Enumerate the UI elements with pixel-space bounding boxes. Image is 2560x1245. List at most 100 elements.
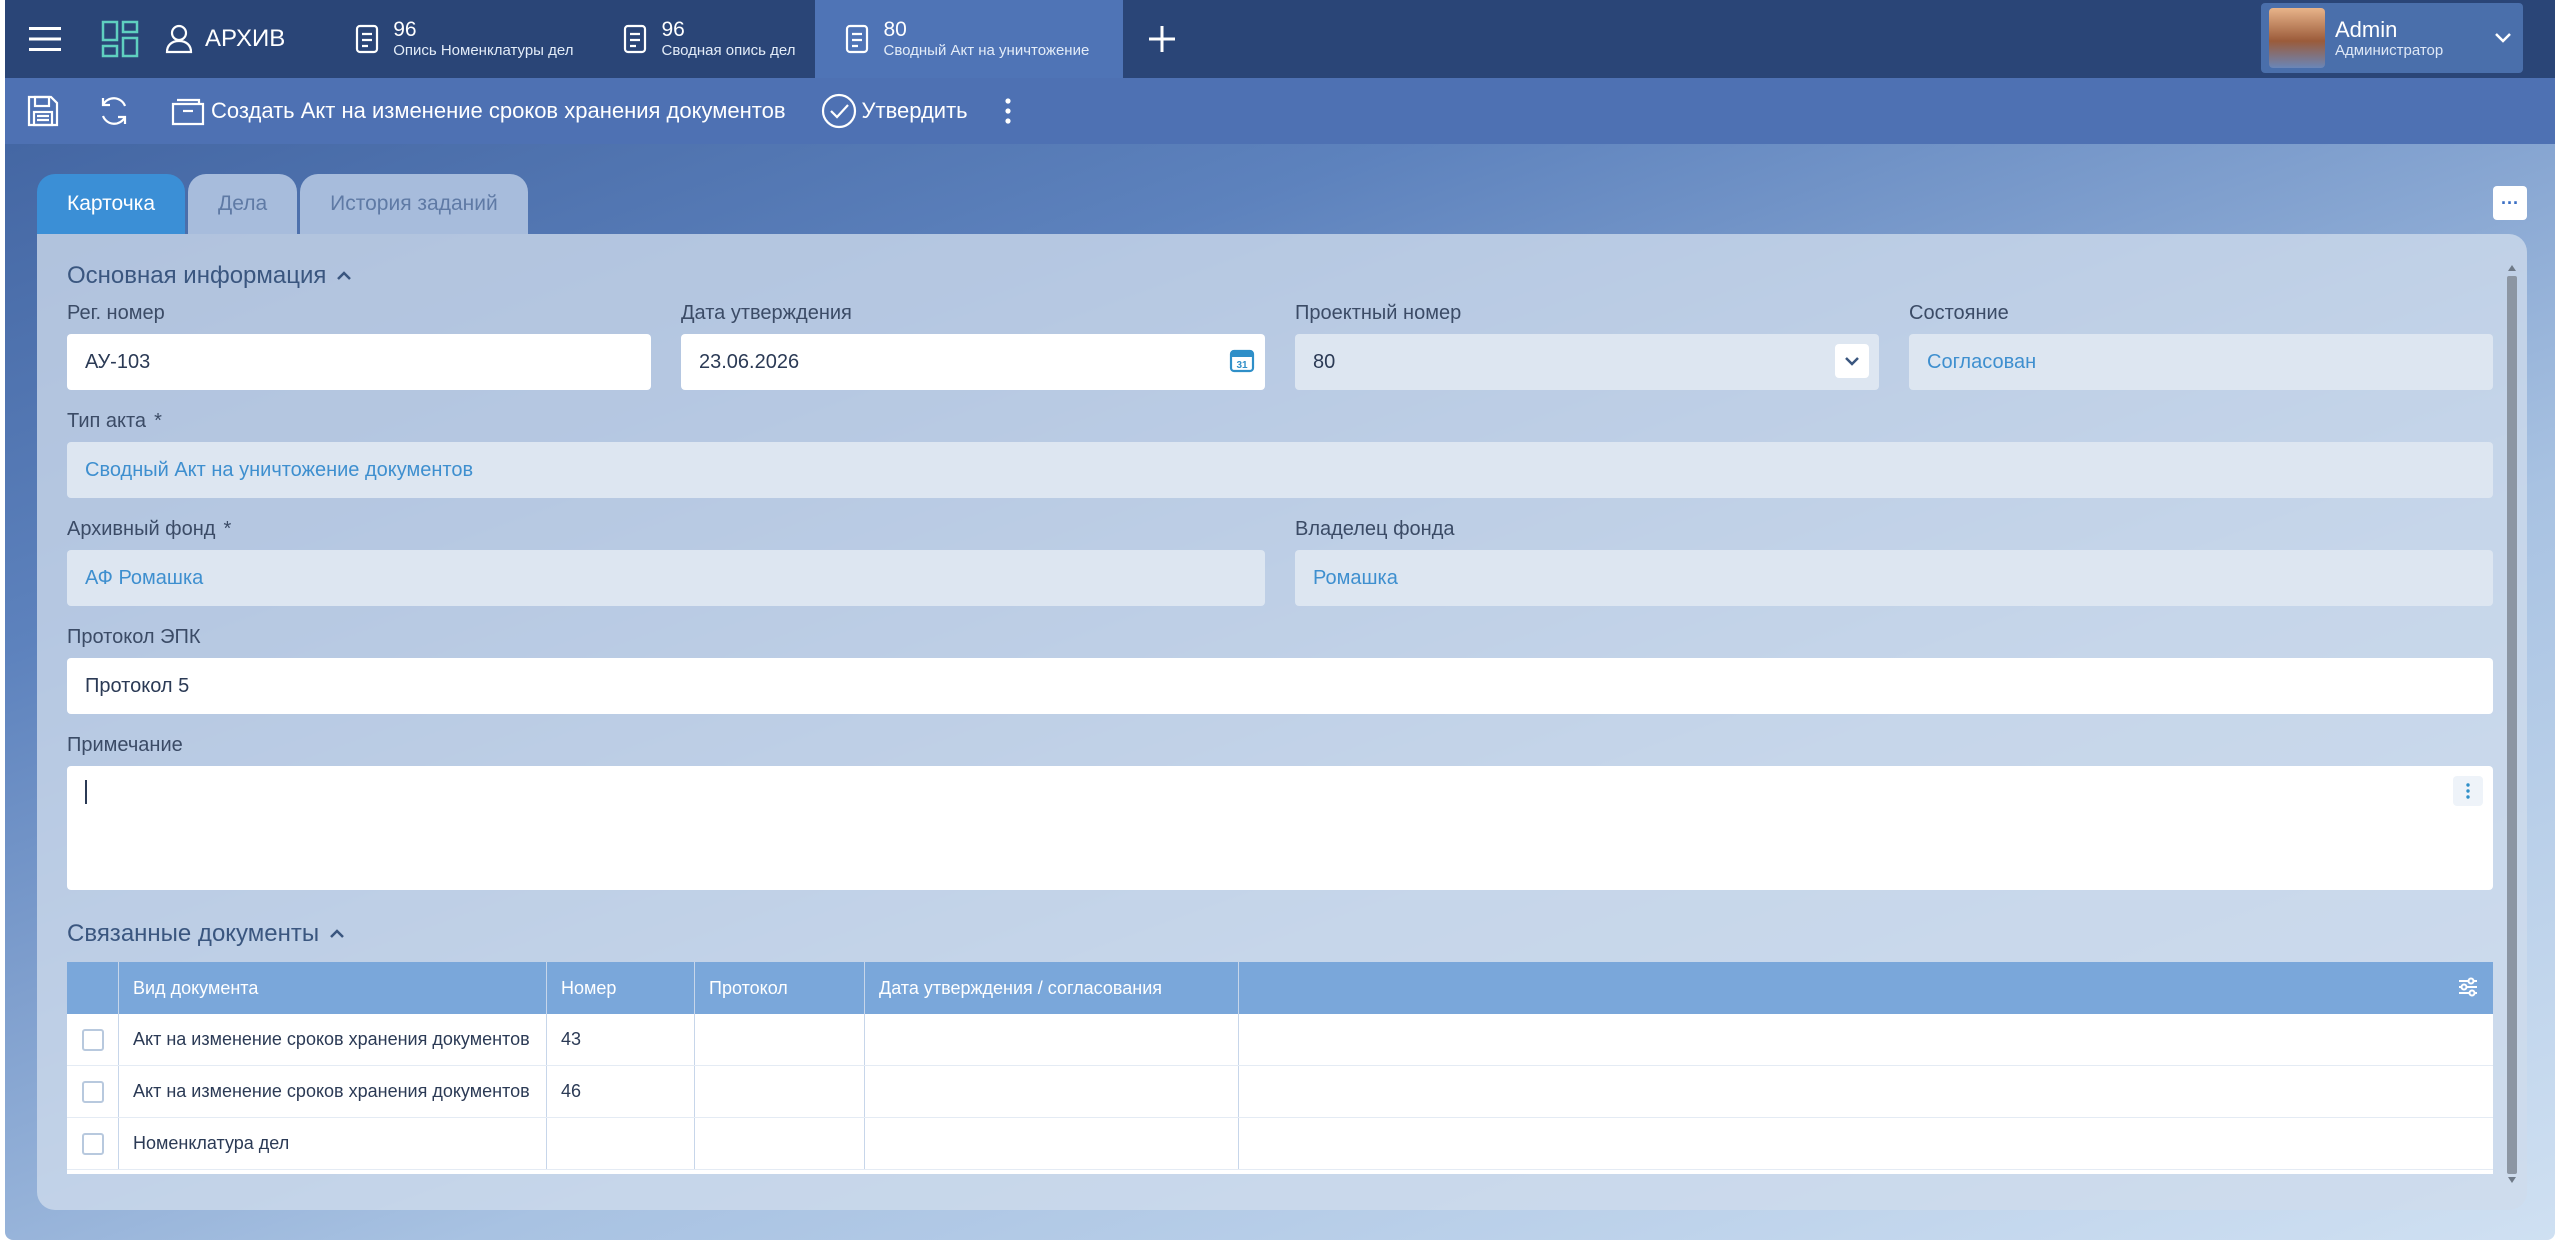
row-select-cell — [67, 1066, 119, 1117]
more-options-button[interactable]: ··· — [2493, 186, 2527, 220]
check-circle-icon — [821, 93, 856, 129]
plus-icon — [1149, 26, 1176, 52]
protocol-cell — [695, 1014, 865, 1065]
protocol-cell — [695, 1118, 865, 1169]
note-textarea[interactable] — [67, 766, 2493, 890]
archive-fund-field[interactable]: АФ Ромашка — [67, 550, 1265, 606]
project-number-value: 80 — [1313, 350, 1336, 373]
state-label: Состояние — [1909, 302, 2009, 324]
column-header-number[interactable]: Номер — [547, 962, 695, 1014]
scrollbar-thumb[interactable] — [2507, 276, 2517, 1174]
archive-label: АРХИВ — [205, 25, 286, 52]
user-icon — [165, 24, 193, 54]
main-info-section-toggle[interactable]: Основная информация — [67, 262, 352, 290]
archive-fund-label-text: Архивный фонд — [67, 518, 216, 540]
content-tabs: Карточка Дела История заданий — [37, 174, 528, 234]
row-checkbox[interactable] — [81, 1132, 104, 1155]
approval-date-value: 23.06.2026 — [699, 350, 800, 373]
project-number-select[interactable]: 80 — [1295, 334, 1879, 390]
document-icon — [846, 24, 869, 54]
archive-fund-label: Архивный фонд * — [67, 518, 231, 541]
approval-date-field[interactable]: 23.06.2026 31 — [681, 334, 1265, 390]
chevron-down-icon — [2483, 32, 2523, 44]
open-tab-destruction-act[interactable]: 80 Сводный Акт на уничтожение — [815, 0, 1124, 78]
row-select-cell — [67, 1118, 119, 1169]
act-type-label-text: Тип акта — [67, 410, 147, 432]
more-actions-button[interactable] — [988, 78, 1028, 144]
table-row[interactable]: Акт на изменение сроков хранения докумен… — [67, 1014, 2493, 1066]
number-cell: 46 — [547, 1066, 695, 1117]
related-docs-title: Связанные документы — [67, 920, 320, 947]
document-icon — [356, 24, 379, 54]
doc-type-cell: Акт на изменение сроков хранения докумен… — [119, 1014, 547, 1065]
row-checkbox[interactable] — [81, 1028, 104, 1051]
project-number-label: Проектный номер — [1295, 302, 1462, 324]
vertical-dots-icon — [2466, 783, 2470, 799]
reg-number-label: Рег. номер — [67, 302, 165, 324]
tab-card[interactable]: Карточка — [37, 174, 185, 234]
column-header-approval-date[interactable]: Дата утверждения / согласования — [865, 962, 1239, 1014]
open-tab-nomenclature-inventory[interactable]: 96 Опись Номенклатуры дел — [325, 0, 593, 78]
row-select-cell — [67, 1014, 119, 1065]
add-tab-button[interactable] — [1137, 0, 1187, 78]
date-cell — [865, 1118, 1239, 1169]
tab-subtitle: Сводный Акт на уничтожение — [883, 42, 1090, 60]
table-row[interactable]: Номенклатура дел — [67, 1118, 2493, 1170]
date-cell — [865, 1014, 1239, 1065]
text-cursor — [85, 780, 87, 804]
epk-protocol-field[interactable]: Протокол 5 — [67, 658, 2493, 714]
card-panel: Основная информация Рег. номер АУ-103 Да… — [37, 234, 2527, 1210]
column-settings-icon[interactable] — [2457, 976, 2479, 1003]
reg-number-field[interactable]: АУ-103 — [67, 334, 651, 390]
tab-cases[interactable]: Дела — [188, 174, 298, 234]
calendar-icon[interactable]: 31 — [1229, 347, 1255, 379]
menu-icon[interactable] — [5, 0, 85, 78]
tab-number: 80 — [883, 18, 907, 42]
vertical-dots-icon — [1005, 98, 1011, 124]
open-tab-summary-inventory[interactable]: 96 Сводная опись дел — [593, 0, 815, 78]
save-button[interactable] — [5, 78, 81, 144]
chevron-up-icon — [330, 929, 345, 938]
document-icon — [624, 24, 647, 54]
empty-cell — [1239, 1066, 2493, 1117]
approve-button[interactable]: Утвердить — [798, 78, 988, 144]
related-docs-section-toggle[interactable]: Связанные документы — [67, 920, 345, 948]
doc-type-cell: Акт на изменение сроков хранения докумен… — [119, 1066, 547, 1117]
table-header: Вид документа Номер Протокол Дата утверж… — [67, 962, 2493, 1014]
tab-task-history[interactable]: История заданий — [300, 174, 528, 234]
number-cell: 43 — [547, 1014, 695, 1065]
folder-icon — [171, 98, 205, 126]
note-label: Примечание — [67, 734, 183, 756]
date-cell — [865, 1066, 1239, 1117]
dashboard-icon[interactable] — [85, 0, 155, 78]
create-retention-change-act-button[interactable]: Создать Акт на изменение сроков хранения… — [147, 78, 798, 144]
scroll-down-arrow-icon[interactable] — [2507, 1176, 2517, 1184]
fund-owner-label: Владелец фонда — [1295, 518, 1455, 540]
user-name: Admin — [2335, 16, 2398, 42]
related-docs-table: Вид документа Номер Протокол Дата утверж… — [67, 962, 2493, 1174]
toolbar: Создать Акт на изменение сроков хранения… — [5, 78, 2555, 144]
archive-nav[interactable]: АРХИВ — [155, 0, 325, 78]
required-marker: * — [154, 410, 162, 432]
column-header-protocol[interactable]: Протокол — [695, 962, 865, 1014]
tab-number: 96 — [661, 18, 685, 42]
column-header-doc-type[interactable]: Вид документа — [119, 962, 547, 1014]
table-row[interactable]: Акт на изменение сроков хранения докумен… — [67, 1066, 2493, 1118]
main-info-title: Основная информация — [67, 262, 327, 289]
note-options-button[interactable] — [2453, 776, 2483, 806]
tab-number: 96 — [393, 18, 417, 42]
act-type-field[interactable]: Сводный Акт на уничтожение документов — [67, 442, 2493, 498]
approve-label: Утвердить — [861, 98, 968, 123]
row-checkbox[interactable] — [81, 1080, 104, 1103]
vertical-scrollbar[interactable] — [2507, 264, 2517, 1184]
chevron-down-icon[interactable] — [1835, 344, 1869, 378]
state-field[interactable]: Согласован — [1909, 334, 2493, 390]
fund-owner-field[interactable]: Ромашка — [1295, 550, 2493, 606]
scroll-up-arrow-icon[interactable] — [2507, 264, 2517, 272]
required-marker: * — [223, 518, 232, 540]
approval-date-label: Дата утверждения — [681, 302, 852, 324]
chevron-up-icon — [337, 271, 352, 280]
save-icon — [27, 95, 59, 127]
user-menu[interactable]: Admin Администратор — [2261, 3, 2523, 73]
refresh-button[interactable] — [81, 78, 147, 144]
